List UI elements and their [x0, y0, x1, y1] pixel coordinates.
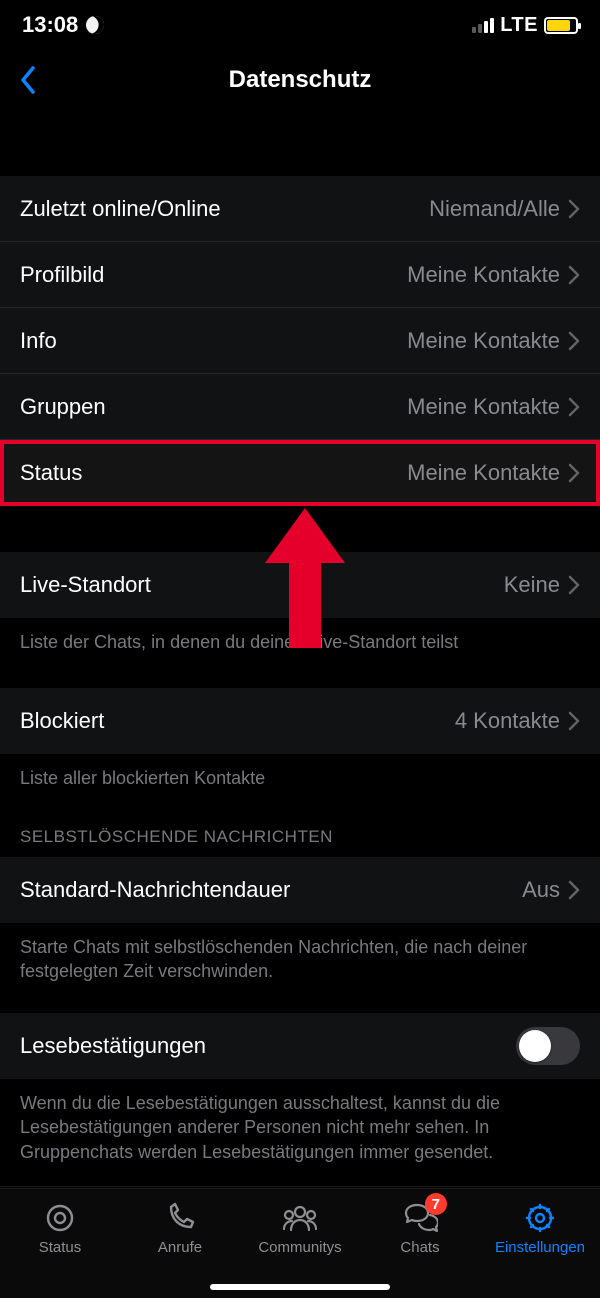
row-label: Gruppen	[20, 394, 106, 420]
row-label: Profilbild	[20, 262, 104, 288]
row-value: Meine Kontakte	[407, 262, 560, 288]
row-about[interactable]: Info Meine Kontakte	[0, 308, 600, 374]
back-button[interactable]	[14, 61, 42, 99]
tab-bar: Status Anrufe Communitys 7 Chats Einst	[0, 1188, 600, 1298]
tab-label: Status	[39, 1239, 82, 1256]
row-label: Live-Standort	[20, 572, 151, 598]
blocked-footer: Liste aller blockierten Kontakte	[0, 754, 600, 806]
row-label: Info	[20, 328, 57, 354]
row-value: Niemand/Alle	[429, 196, 560, 222]
row-groups[interactable]: Gruppen Meine Kontakte	[0, 374, 600, 440]
tab-label: Communitys	[258, 1239, 341, 1256]
status-ring-icon	[41, 1201, 79, 1235]
row-label: Standard-Nachrichtendauer	[20, 877, 290, 903]
tab-label: Chats	[400, 1239, 439, 1256]
content-scroll[interactable]: Zuletzt online/Online Niemand/Alle Profi…	[0, 110, 600, 1188]
row-label: Status	[20, 460, 82, 486]
row-default-timer[interactable]: Standard-Nachrichtendauer Aus	[0, 857, 600, 923]
row-label: Zuletzt online/Online	[20, 196, 221, 222]
chevron-right-icon	[568, 463, 580, 483]
clock: 13:08	[22, 12, 78, 38]
home-indicator	[210, 1284, 390, 1290]
tab-label: Einstellungen	[495, 1239, 585, 1256]
privacy-visibility-group: Zuletzt online/Online Niemand/Alle Profi…	[0, 176, 600, 506]
row-value: Meine Kontakte	[407, 460, 560, 486]
blocked-group: Blockiert 4 Kontakte	[0, 688, 600, 754]
row-read-receipts: Lesebestätigungen	[0, 1013, 600, 1079]
people-icon	[281, 1201, 319, 1235]
tab-chats[interactable]: 7 Chats	[360, 1189, 480, 1298]
nav-header: Datenschutz	[0, 50, 600, 110]
tab-status[interactable]: Status	[0, 1189, 120, 1298]
chevron-right-icon	[568, 199, 580, 219]
battery-icon	[544, 17, 578, 34]
disappearing-group: Standard-Nachrichtendauer Aus	[0, 857, 600, 923]
tab-settings[interactable]: Einstellungen	[480, 1189, 600, 1298]
gear-icon	[521, 1201, 559, 1235]
row-label: Lesebestätigungen	[20, 1033, 206, 1059]
row-profile-photo[interactable]: Profilbild Meine Kontakte	[0, 242, 600, 308]
row-value: Aus	[522, 877, 560, 903]
row-last-seen[interactable]: Zuletzt online/Online Niemand/Alle	[0, 176, 600, 242]
row-value: Keine	[504, 572, 560, 598]
tab-communities[interactable]: Communitys	[240, 1189, 360, 1298]
live-location-group: Live-Standort Keine	[0, 552, 600, 618]
dnd-moon-icon	[84, 13, 107, 36]
read-receipts-group: Lesebestätigungen	[0, 1013, 600, 1079]
row-value: Meine Kontakte	[407, 328, 560, 354]
chevron-right-icon	[568, 880, 580, 900]
chevron-right-icon	[568, 331, 580, 351]
read-receipts-footer: Wenn du die Lesebestätigungen ausschalte…	[0, 1079, 600, 1180]
row-label: Blockiert	[20, 708, 104, 734]
status-bar: 13:08 LTE	[0, 0, 600, 50]
phone-icon	[161, 1201, 199, 1235]
live-location-footer: Liste der Chats, in denen du deinen Live…	[0, 618, 600, 670]
row-status[interactable]: Status Meine Kontakte	[0, 440, 600, 506]
chats-badge: 7	[425, 1193, 447, 1215]
page-title: Datenschutz	[229, 66, 372, 94]
row-value: 4 Kontakte	[455, 708, 560, 734]
network-label: LTE	[500, 14, 538, 37]
chevron-right-icon	[568, 711, 580, 731]
row-blocked[interactable]: Blockiert 4 Kontakte	[0, 688, 600, 754]
signal-icon	[472, 18, 494, 33]
chevron-right-icon	[568, 397, 580, 417]
row-live-location[interactable]: Live-Standort Keine	[0, 552, 600, 618]
disappearing-footer: Starte Chats mit selbstlöschenden Nachri…	[0, 923, 600, 1000]
row-value: Meine Kontakte	[407, 394, 560, 420]
disappearing-header: SELBSTLÖSCHENDE NACHRICHTEN	[0, 807, 600, 857]
tab-calls[interactable]: Anrufe	[120, 1189, 240, 1298]
chevron-right-icon	[568, 265, 580, 285]
read-receipts-toggle[interactable]	[516, 1027, 580, 1065]
tab-label: Anrufe	[158, 1239, 202, 1256]
chevron-right-icon	[568, 575, 580, 595]
